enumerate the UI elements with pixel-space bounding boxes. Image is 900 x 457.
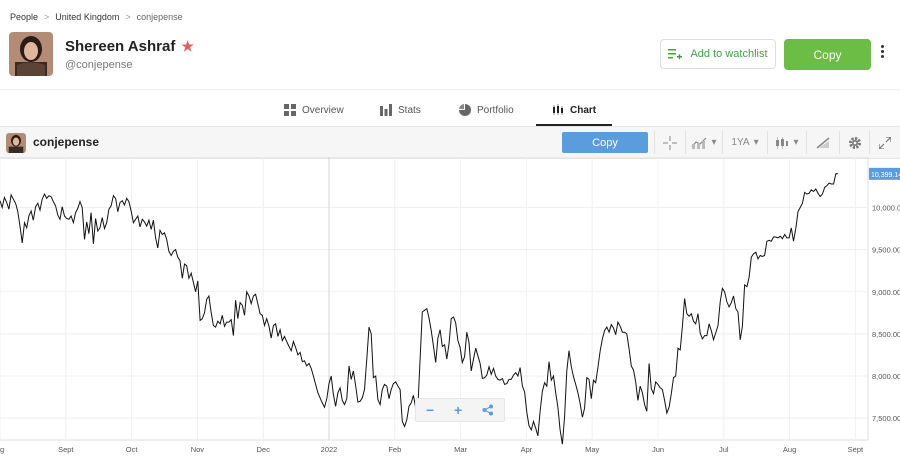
zoom-controls: − +: [415, 398, 505, 422]
star-icon[interactable]: ★: [181, 38, 194, 55]
profile-name: Shereen Ashraf: [65, 38, 176, 55]
profile-handle: @conjepense: [65, 59, 133, 71]
tab-label: Portfolio: [477, 104, 514, 116]
x-tick-label: Nov: [191, 445, 205, 454]
chevron-right-icon: >: [44, 12, 50, 22]
x-tick-label: Sept: [58, 445, 74, 454]
x-axis: g Sept Oct Nov Dec 2022 Feb Mar Apr May Jun Jul Aug S…: [0, 445, 864, 454]
chart-title: conjepense: [33, 135, 100, 149]
x-tick-label: Oct: [126, 445, 139, 454]
tab-chart[interactable]: Chart: [536, 96, 613, 126]
add-to-watchlist-button[interactable]: Add to watchlist: [660, 39, 776, 69]
candlestick-icon[interactable]: ▾: [767, 131, 806, 154]
zoom-in-icon[interactable]: +: [454, 402, 462, 418]
tab-stats[interactable]: Stats: [380, 96, 421, 124]
stats-icon: [380, 104, 392, 116]
x-tick-label: Dec: [257, 445, 271, 454]
overview-icon: [284, 104, 296, 116]
divider: [0, 89, 900, 90]
x-tick-label: 2022: [321, 445, 338, 454]
period-selector[interactable]: 1YA ▾: [722, 131, 767, 154]
tab-label: Stats: [398, 104, 421, 116]
chart-avatar: [6, 133, 26, 153]
chart-copy-button[interactable]: Copy: [562, 132, 648, 153]
x-tick-label: Apr: [521, 445, 533, 454]
chart-icon: [553, 104, 563, 115]
breadcrumb-people[interactable]: People: [10, 12, 38, 22]
chart-type-icon[interactable]: ▾: [685, 131, 722, 154]
y-tick-label: 10,000.00: [872, 204, 900, 213]
x-tick-label: Jul: [719, 445, 729, 454]
current-value-label: 10,399.14: [871, 172, 900, 179]
breadcrumb-current: conjepense: [136, 12, 183, 22]
chart-toolbar: conjepense Copy ▾ 1YA ▾ ▾: [0, 126, 900, 159]
tab-overview[interactable]: Overview: [284, 96, 344, 124]
watchlist-icon: [668, 49, 683, 60]
watchlist-label: Add to watchlist: [690, 48, 768, 60]
x-tick-label: Aug: [783, 445, 796, 454]
breadcrumb: People > United Kingdom > conjepense: [10, 12, 183, 22]
zoom-out-icon[interactable]: −: [426, 402, 434, 418]
period-label: 1YA: [731, 137, 750, 148]
gear-icon[interactable]: [839, 131, 869, 154]
x-tick-label: Feb: [388, 445, 401, 454]
more-options-icon[interactable]: [878, 45, 886, 65]
y-tick-label: 9,000.00: [872, 288, 900, 297]
x-tick-label: Mar: [454, 445, 467, 454]
portfolio-icon: [459, 104, 471, 116]
crosshair-icon[interactable]: [654, 131, 685, 154]
y-tick-label: 8,000.00: [872, 372, 900, 381]
chevron-right-icon: >: [125, 12, 131, 22]
x-tick-label: May: [585, 445, 599, 454]
y-tick-label: 7,500.00: [872, 414, 900, 423]
expand-icon[interactable]: [869, 131, 900, 154]
tab-label: Chart: [570, 104, 597, 116]
current-value-tag: 10,399.14: [869, 167, 900, 180]
tab-label: Overview: [302, 104, 344, 116]
share-icon[interactable]: [482, 404, 494, 416]
copy-button[interactable]: Copy: [784, 39, 871, 70]
profile-tabs: Overview Stats Portfolio Chart: [0, 96, 900, 126]
x-tick-label: Sept: [848, 445, 864, 454]
y-axis: 10,000.00 9,500.00 9,000.00 8,500.00 8,000.0…: [872, 204, 900, 424]
draw-icon[interactable]: [806, 131, 839, 154]
breadcrumb-country[interactable]: United Kingdom: [55, 12, 119, 22]
tab-portfolio[interactable]: Portfolio: [459, 96, 514, 124]
y-tick-label: 8,500.00: [872, 330, 900, 339]
x-tick-label: Jun: [652, 445, 664, 454]
x-tick-label: g: [0, 445, 4, 454]
avatar: [9, 32, 53, 76]
profile-name-row: Shereen Ashraf ★: [65, 38, 194, 55]
y-tick-label: 9,500.00: [872, 246, 900, 255]
